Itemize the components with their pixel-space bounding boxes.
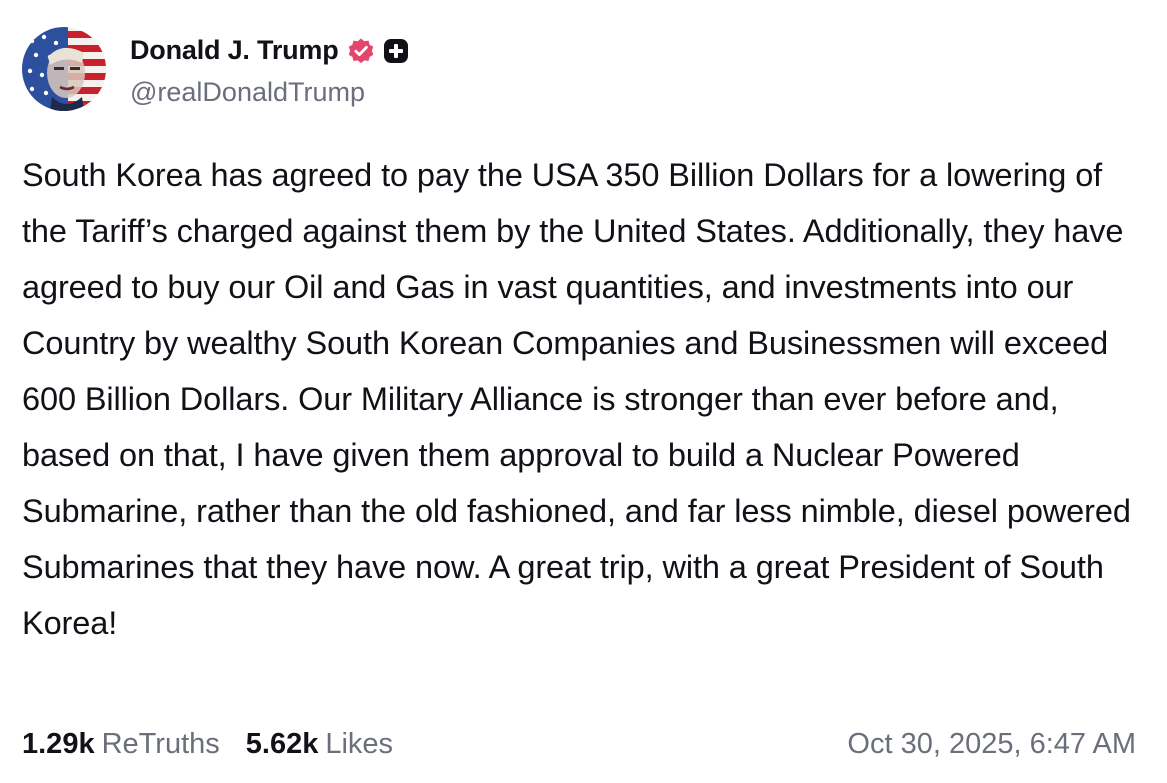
author-name-row: Donald J. Trump <box>130 31 409 71</box>
retruths-stat[interactable]: 1.29k ReTruths <box>22 728 220 761</box>
author-identity: Donald J. Trump @realDonaldTrump <box>130 31 409 108</box>
author-handle[interactable]: @realDonaldTrump <box>130 77 409 108</box>
avatar-image <box>22 27 106 111</box>
retruths-label: ReTruths <box>101 727 220 760</box>
avatar[interactable] <box>22 27 106 111</box>
verified-badge-icon <box>347 37 375 65</box>
post-header: Donald J. Trump @realDonaldTrump <box>22 27 409 111</box>
retruths-count: 1.29k <box>22 727 95 760</box>
post-text: South Korea has agreed to pay the USA 35… <box>22 157 1131 641</box>
truth-post: Donald J. Trump @realDonaldTrump South K… <box>0 0 1167 783</box>
post-footer: 1.29k ReTruths 5.62k Likes Oct 30, 2025,… <box>22 720 1136 768</box>
likes-stat[interactable]: 5.62k Likes <box>246 728 393 761</box>
likes-count: 5.62k <box>245 727 319 760</box>
post-body: South Korea has agreed to pay the USA 35… <box>22 147 1147 651</box>
likes-label: Likes <box>325 727 394 760</box>
post-timestamp[interactable]: Oct 30, 2025, 6:47 AM <box>847 728 1136 761</box>
post-stats: 1.29k ReTruths 5.62k Likes <box>22 728 393 761</box>
plus-badge-icon <box>383 38 409 64</box>
author-display-name[interactable]: Donald J. Trump <box>130 35 339 66</box>
